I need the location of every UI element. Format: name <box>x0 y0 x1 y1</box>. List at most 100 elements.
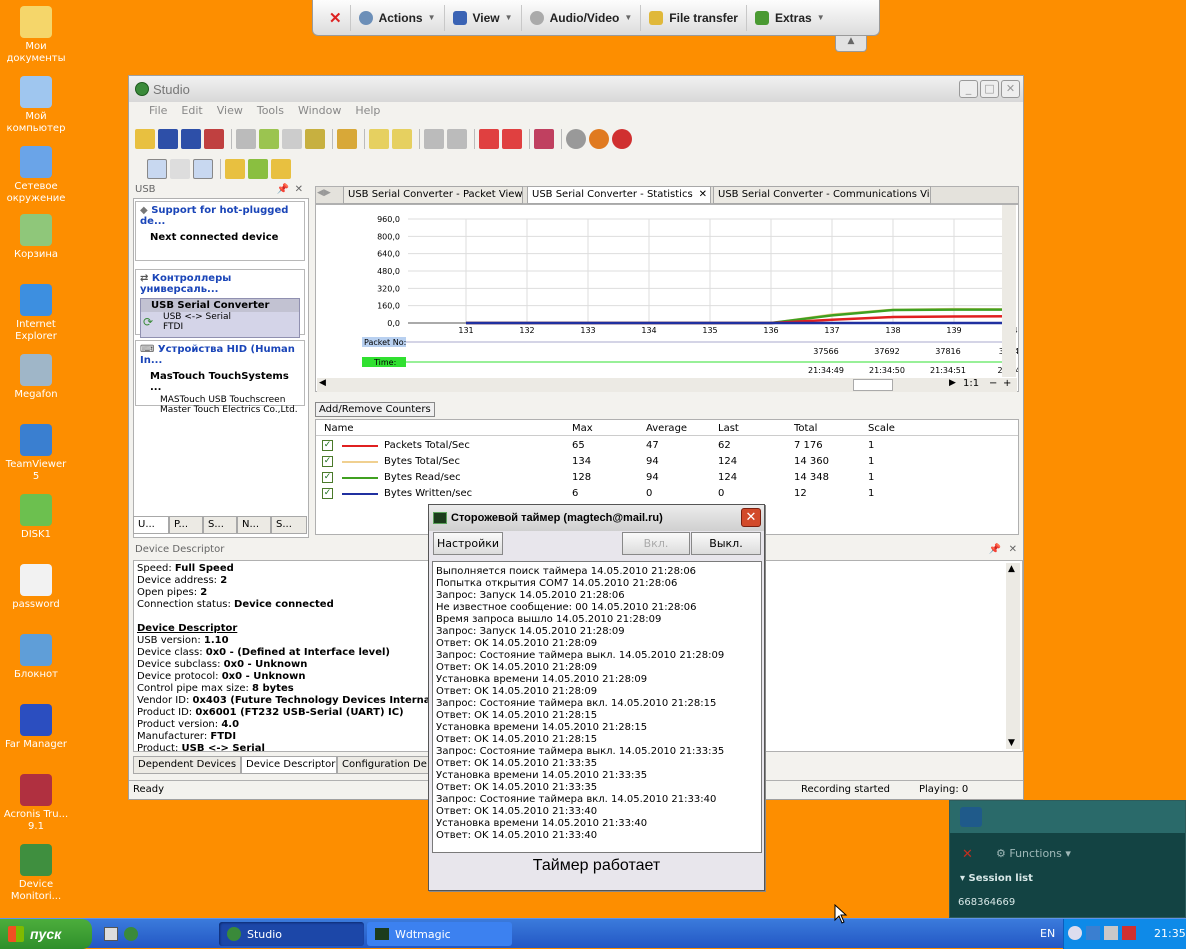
task-studio[interactable]: Studio <box>219 922 364 946</box>
desktop-icon[interactable]: Acronis Tru... 9.1 <box>2 774 70 833</box>
zoom-out-icon[interactable]: − <box>989 378 997 389</box>
desktop-icon[interactable]: password <box>2 564 70 611</box>
scroll-right-icon[interactable]: ▶ <box>949 378 956 388</box>
counter-row[interactable]: ✓ Bytes Total/Sec 134 94 124 14 360 1 <box>316 454 1016 470</box>
zoom-in-icon[interactable]: + <box>1003 378 1011 389</box>
session-id[interactable]: 668364669 <box>958 897 1015 908</box>
pin-icon[interactable]: 📌 <box>277 184 289 195</box>
counter-checkbox[interactable]: ✓ <box>322 456 333 467</box>
quicklaunch-icon[interactable] <box>124 927 138 941</box>
close-panel-icon[interactable]: ✕ <box>1009 544 1017 555</box>
col-name[interactable]: Name <box>324 423 354 434</box>
counter-row[interactable]: ✓ Bytes Written/sec 6 0 0 12 1 <box>316 486 1016 502</box>
selected-device[interactable]: USB Serial Converter ⟳ USB <-> Serial FT… <box>140 298 300 338</box>
print-preview-icon[interactable] <box>282 129 302 149</box>
off-button[interactable]: Выкл. <box>691 532 761 555</box>
find-next-icon[interactable] <box>392 129 412 149</box>
desktop-icon[interactable]: TeamViewer 5 <box>2 424 70 483</box>
save-as-icon[interactable] <box>181 129 201 149</box>
desktop-icon[interactable]: Блокнот <box>2 634 70 681</box>
on-button[interactable]: Вкл. <box>622 532 690 555</box>
col-average[interactable]: Average <box>646 423 687 434</box>
left-tab-n[interactable]: N... <box>237 516 271 534</box>
close-button[interactable]: ✕ <box>1001 80 1020 98</box>
dialog-close-button[interactable]: ✕ <box>741 508 761 527</box>
minimize-button[interactable]: _ <box>959 80 978 98</box>
scroll-down-icon[interactable]: ▼ <box>1008 738 1015 748</box>
view-menu[interactable]: View ▼ <box>445 4 522 31</box>
save-icon[interactable] <box>158 129 178 149</box>
language-indicator[interactable]: EN <box>1040 927 1055 940</box>
tab-packet-view[interactable]: USB Serial Converter - Packet View <box>343 186 523 204</box>
new-icon[interactable] <box>135 129 155 149</box>
log-textarea[interactable]: Выполняется поиск таймера 14.05.2010 21:… <box>432 561 762 853</box>
record-pause-icon[interactable] <box>502 129 522 149</box>
line-chart-icon[interactable] <box>170 159 190 179</box>
desktop-icon[interactable]: DISK1 <box>2 494 70 541</box>
pause-icon[interactable] <box>589 129 609 149</box>
show-desktop-icon[interactable] <box>104 927 118 941</box>
close-session-button[interactable]: ✕ <box>321 4 351 31</box>
col-scale[interactable]: Scale <box>868 423 895 434</box>
play-icon[interactable] <box>566 129 586 149</box>
connect-icon[interactable] <box>424 129 444 149</box>
vertical-scrollbar[interactable]: ▲ ▼ <box>1006 563 1020 749</box>
teamviewer-tray-icon[interactable] <box>1086 926 1100 940</box>
export-icon[interactable] <box>204 129 224 149</box>
counter-checkbox[interactable]: ✓ <box>322 440 333 451</box>
device-name[interactable]: MasTouch TouchSystems ... <box>136 369 304 395</box>
close-panel-icon[interactable]: ✕ <box>295 184 303 195</box>
desktop-icon[interactable]: Мой компьютер <box>2 76 70 135</box>
desktop-icon[interactable]: Far Manager <box>2 704 70 751</box>
desktop-icon[interactable]: Корзина <box>2 214 70 261</box>
filter-icon[interactable] <box>337 129 357 149</box>
file-transfer-button[interactable]: File transfer <box>641 4 747 31</box>
tab-device-descriptor[interactable]: Device Descriptor <box>241 756 337 774</box>
menu-view[interactable]: View <box>217 104 243 122</box>
export-chart-icon[interactable] <box>225 159 245 179</box>
tab-communications-view[interactable]: USB Serial Converter - Communications Vi… <box>713 186 931 204</box>
left-tab-s[interactable]: S... <box>203 516 237 534</box>
desktop-icon[interactable]: Мои документы <box>2 6 70 65</box>
chart-view-icon[interactable] <box>147 159 167 179</box>
maximize-button[interactable]: □ <box>980 80 999 98</box>
tab-statistics[interactable]: USB Serial Converter - Statistics ✕ <box>527 186 711 204</box>
counter-checkbox[interactable]: ✓ <box>322 472 333 483</box>
functions-menu[interactable]: ⚙ Functions ▾ <box>996 847 1071 860</box>
device-group-hotplug[interactable]: ◆ Support for hot-plugged de... Next con… <box>135 201 305 261</box>
desktop-icon[interactable]: Device Monitori... <box>2 844 70 903</box>
device-group-usb[interactable]: ⇄ Контроллеры универсаль... USB Serial C… <box>135 269 305 338</box>
settings-button[interactable]: Настройки <box>433 532 503 555</box>
close-session-icon[interactable]: ✕ <box>962 847 973 862</box>
tab-dependent-devices[interactable]: Dependent Devices <box>133 756 241 774</box>
counter-row[interactable]: ✓ Packets Total/Sec 65 47 62 7 176 1 <box>316 438 1016 454</box>
tab-scroll-left-icon[interactable]: ◀▶ <box>317 188 331 198</box>
col-last[interactable]: Last <box>718 423 739 434</box>
left-tab-p[interactable]: P... <box>169 516 203 534</box>
desktop-icon[interactable]: Internet Explorer <box>2 284 70 343</box>
tab-configuration[interactable]: Configuration De <box>337 756 429 774</box>
menu-help[interactable]: Help <box>355 104 380 122</box>
counter-row[interactable]: ✓ Bytes Read/sec 128 94 124 14 348 1 <box>316 470 1016 486</box>
start-button[interactable]: пуск <box>0 919 92 949</box>
extras-menu[interactable]: Extras ▼ <box>747 5 833 31</box>
device-item[interactable]: Next connected device <box>136 230 304 245</box>
menu-file[interactable]: File <box>149 104 167 122</box>
copy-icon[interactable] <box>259 129 279 149</box>
paste-icon[interactable] <box>305 129 325 149</box>
desktop-icon[interactable]: Megafon <box>2 354 70 401</box>
menu-tools[interactable]: Tools <box>257 104 284 122</box>
cut-icon[interactable] <box>236 129 256 149</box>
import-chart-icon[interactable] <box>248 159 268 179</box>
copy-chart-icon[interactable] <box>271 159 291 179</box>
antivirus-tray-icon[interactable] <box>1122 926 1136 940</box>
menu-window[interactable]: Window <box>298 104 341 122</box>
area-chart-icon[interactable] <box>193 159 213 179</box>
disconnect-icon[interactable] <box>447 129 467 149</box>
scroll-up-icon[interactable]: ▲ <box>1008 564 1015 574</box>
close-tab-icon[interactable]: ✕ <box>699 189 707 200</box>
collapse-toolbar-button[interactable]: ▲ <box>835 36 867 52</box>
device-group-hid[interactable]: ⌨ Устройства HID (Human In... MasTouch T… <box>135 340 305 415</box>
left-tab-s2[interactable]: S... <box>271 516 307 534</box>
record-icon[interactable] <box>479 129 499 149</box>
